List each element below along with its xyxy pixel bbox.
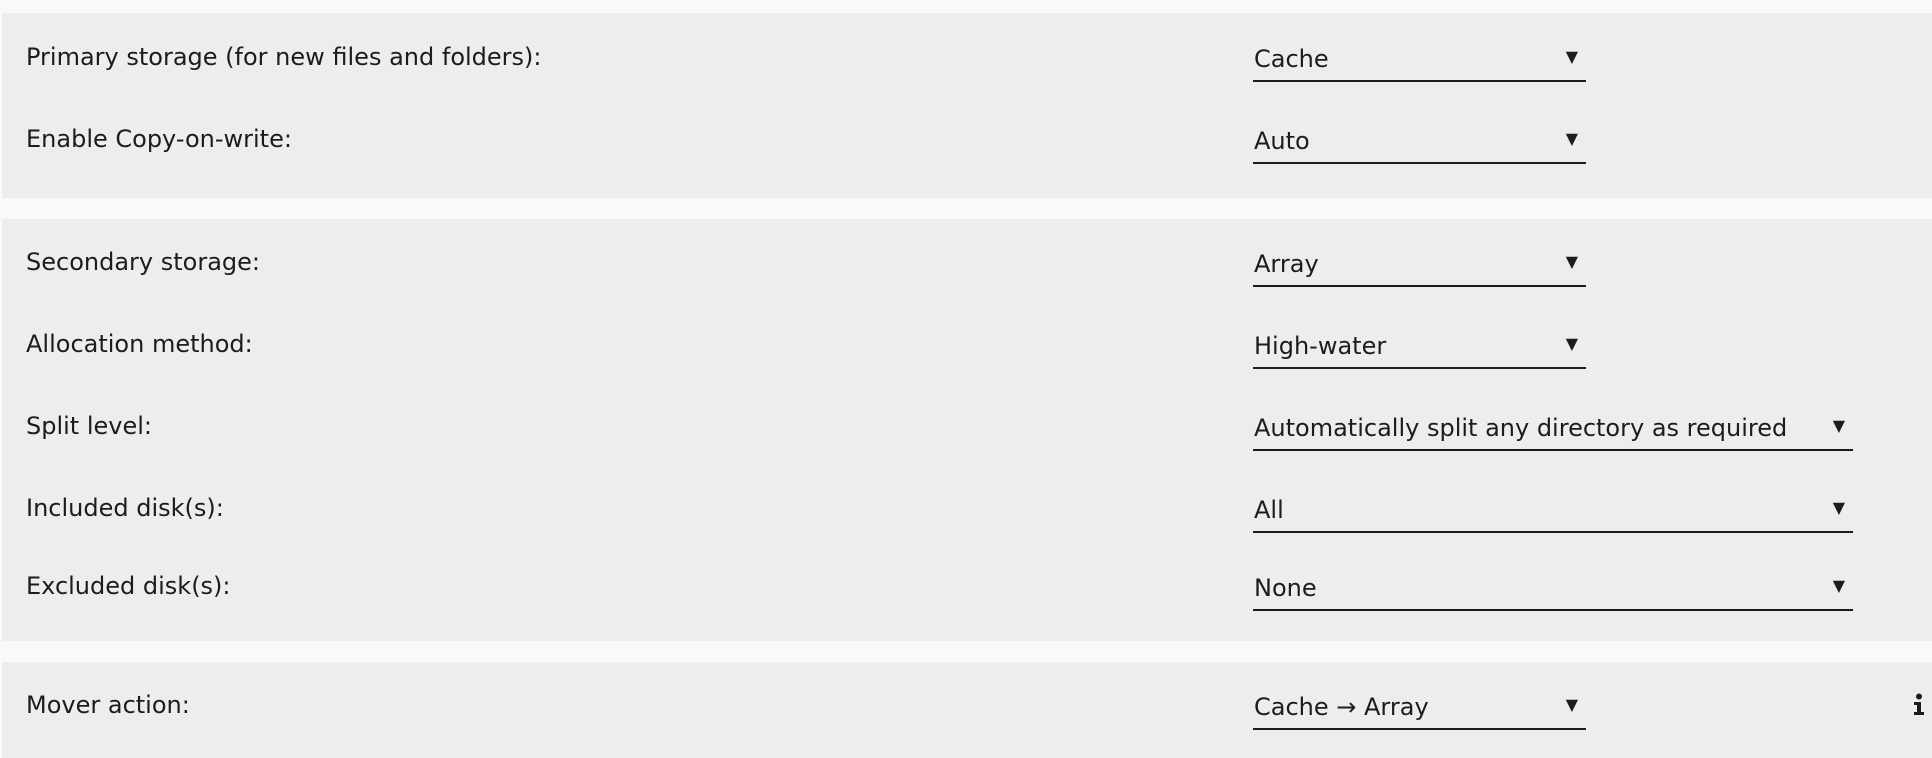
split-level-value: Automatically split any directory as req… — [1254, 414, 1788, 442]
mover-section: Mover action: Cache → Array ▼ — [2, 662, 1932, 758]
share-settings-page: Primary storage (for new files and folde… — [0, 0, 1932, 758]
caret-down-icon: ▼ — [1832, 416, 1845, 435]
mover-action-select[interactable]: Cache → Array ▼ — [1253, 690, 1586, 730]
caret-down-icon: ▼ — [1565, 47, 1578, 66]
primary-storage-value: Cache — [1254, 45, 1329, 73]
excluded-disks-value: None — [1254, 574, 1317, 602]
caret-down-icon: ▼ — [1565, 695, 1578, 714]
caret-down-icon: ▼ — [1565, 252, 1578, 271]
copy-on-write-select[interactable]: Auto ▼ — [1253, 124, 1586, 164]
copy-on-write-value: Auto — [1254, 127, 1310, 155]
secondary-storage-label: Secondary storage: — [26, 248, 260, 276]
caret-down-icon: ▼ — [1832, 498, 1845, 517]
included-disks-value: All — [1254, 496, 1284, 524]
primary-storage-row: Primary storage (for new files and folde… — [2, 42, 1932, 102]
secondary-storage-value: Array — [1254, 250, 1319, 278]
info-icon[interactable] — [1912, 693, 1926, 717]
primary-storage-select[interactable]: Cache ▼ — [1253, 42, 1586, 82]
split-level-row: Split level: Automatically split any dir… — [2, 411, 1932, 471]
mover-action-value: Cache → Array — [1254, 693, 1429, 721]
allocation-method-row: Allocation method: High-water ▼ — [2, 329, 1932, 389]
secondary-storage-row: Secondary storage: Array ▼ — [2, 247, 1932, 307]
primary-storage-section: Primary storage (for new files and folde… — [2, 13, 1932, 198]
excluded-disks-select[interactable]: None ▼ — [1253, 571, 1853, 611]
caret-down-icon: ▼ — [1565, 129, 1578, 148]
primary-storage-label: Primary storage (for new files and folde… — [26, 43, 542, 71]
secondary-storage-section: Secondary storage: Array ▼ Allocation me… — [2, 219, 1932, 641]
copy-on-write-row: Enable Copy-on-write: Auto ▼ — [2, 124, 1932, 184]
allocation-method-value: High-water — [1254, 332, 1387, 360]
excluded-disks-label: Excluded disk(s): — [26, 572, 231, 600]
copy-on-write-label: Enable Copy-on-write: — [26, 125, 292, 153]
caret-down-icon: ▼ — [1832, 576, 1845, 595]
secondary-storage-select[interactable]: Array ▼ — [1253, 247, 1586, 287]
excluded-disks-row: Excluded disk(s): None ▼ — [2, 571, 1932, 631]
included-disks-label: Included disk(s): — [26, 494, 224, 522]
split-level-select[interactable]: Automatically split any directory as req… — [1253, 411, 1853, 451]
split-level-label: Split level: — [26, 412, 152, 440]
included-disks-select[interactable]: All ▼ — [1253, 493, 1853, 533]
allocation-method-select[interactable]: High-water ▼ — [1253, 329, 1586, 369]
allocation-method-label: Allocation method: — [26, 330, 253, 358]
mover-action-row: Mover action: Cache → Array ▼ — [2, 690, 1932, 750]
mover-action-label: Mover action: — [26, 691, 190, 719]
included-disks-row: Included disk(s): All ▼ — [2, 493, 1932, 553]
caret-down-icon: ▼ — [1565, 334, 1578, 353]
